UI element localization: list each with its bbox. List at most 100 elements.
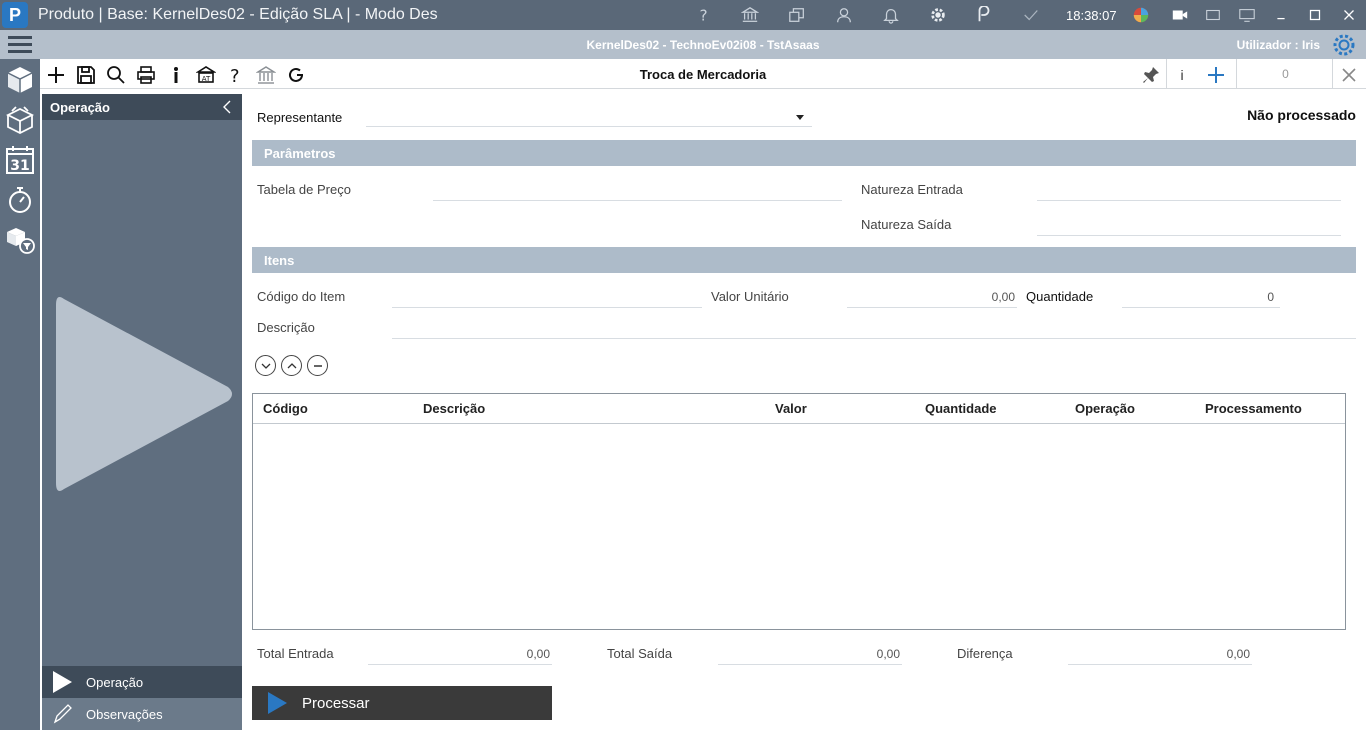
status-badge: Não processado (1247, 107, 1356, 123)
calendar-icon[interactable]: 31 (4, 143, 36, 175)
stopwatch-icon[interactable] (4, 183, 36, 215)
print-icon[interactable] (135, 64, 157, 86)
environment-context: KernelDes02 - TechnoEv02i08 - TstAsaas (586, 38, 820, 52)
process-button[interactable]: Processar (252, 686, 552, 720)
natureza-entrada-field[interactable] (1037, 179, 1341, 201)
column-header-quantidade[interactable]: Quantidade (925, 401, 997, 416)
remove-item-button[interactable] (307, 355, 328, 376)
side-panel-title: Operação (50, 100, 110, 115)
codigo-item-label: Código do Item (257, 289, 346, 304)
play-icon (252, 686, 302, 720)
toolbar-separator (1332, 59, 1333, 89)
institution-icon[interactable] (255, 64, 277, 86)
descricao-label: Descrição (257, 320, 315, 335)
chat-icon[interactable] (974, 5, 994, 25)
windows-icon[interactable] (787, 5, 807, 25)
help-tool-icon[interactable]: ? (225, 64, 247, 86)
minimize-icon[interactable] (1271, 5, 1291, 25)
svg-text:?: ? (230, 66, 240, 85)
diferenca-label: Diferença (957, 646, 1013, 661)
tabela-preco-field[interactable] (433, 179, 842, 201)
column-header-valor[interactable]: Valor (775, 401, 807, 416)
column-header-codigo[interactable]: Código (263, 401, 308, 416)
box-icon[interactable] (4, 63, 36, 95)
svg-text:31: 31 (10, 158, 29, 174)
close-form-icon[interactable] (1338, 64, 1360, 86)
bell-icon[interactable] (881, 5, 901, 25)
nav-item-observacoes[interactable]: Observações (42, 698, 242, 730)
add-icon[interactable] (45, 64, 67, 86)
natureza-entrada-label: Natureza Entrada (861, 182, 963, 197)
user-icon[interactable] (834, 5, 854, 25)
boxes-filter-icon[interactable] (4, 223, 36, 255)
color-wheel-icon[interactable] (1131, 5, 1151, 25)
left-rail: 31 (0, 59, 40, 730)
close-window-icon[interactable] (1339, 5, 1359, 25)
clock: 18:38:07 (1066, 8, 1117, 23)
add-blue-icon[interactable] (1205, 64, 1227, 86)
total-saida-label: Total Saída (607, 646, 673, 661)
quantidade-label: Quantidade (1026, 289, 1094, 304)
move-down-button[interactable] (255, 355, 276, 376)
gear-icon[interactable] (928, 5, 948, 25)
app-logo: P (2, 2, 28, 28)
check-icon[interactable] (1021, 5, 1041, 25)
tabela-preco-label: Tabela de Preço (257, 182, 351, 197)
info-icon[interactable] (165, 64, 187, 86)
info-bar: KernelDes02 - TechnoEv02i08 - TstAsaas U… (0, 30, 1366, 59)
codigo-item-field[interactable] (392, 286, 702, 308)
chevron-left-icon[interactable] (220, 99, 234, 115)
items-grid[interactable]: Código Descrição Valor Quantidade Operaç… (252, 393, 1346, 630)
save-icon[interactable] (75, 64, 97, 86)
descricao-field[interactable] (392, 317, 1356, 339)
total-saida-field: 0,00 (718, 643, 902, 665)
user-label: Utilizador : Iris (1236, 38, 1320, 52)
play-icon (42, 666, 82, 698)
natureza-saida-field[interactable] (1037, 214, 1341, 236)
details-info-button[interactable]: i (1171, 64, 1193, 86)
pencil-icon (42, 698, 82, 730)
svg-text:AT: AT (202, 75, 211, 83)
move-up-button[interactable] (281, 355, 302, 376)
monitor-icon[interactable] (1237, 5, 1257, 25)
help-icon[interactable]: ? (694, 5, 714, 25)
record-counter: 0 (1282, 67, 1289, 81)
representante-select[interactable] (366, 105, 812, 127)
pin-icon[interactable] (1140, 64, 1162, 86)
side-panel-header: Operação (42, 94, 242, 120)
play-illustration-icon (56, 297, 232, 491)
valor-unitario-field[interactable]: 0,00 (847, 286, 1017, 308)
refresh-icon[interactable] (285, 64, 307, 86)
column-header-descricao[interactable]: Descrição (423, 401, 485, 416)
settings-gear-icon[interactable] (1332, 33, 1356, 57)
quantidade-field[interactable]: 0 (1122, 286, 1280, 308)
chevron-down-icon[interactable] (796, 115, 804, 120)
main-form: Representante Não processado Parâmetros … (242, 89, 1366, 730)
bank-report-icon[interactable]: AT (195, 64, 217, 86)
maximize-icon[interactable] (1305, 5, 1325, 25)
tablet-icon[interactable] (1203, 5, 1223, 25)
grid-header: Código Descrição Valor Quantidade Operaç… (253, 394, 1345, 424)
total-entrada-field: 0,00 (368, 643, 552, 665)
process-button-label: Processar (302, 694, 370, 712)
valor-unitario-label: Valor Unitário (711, 289, 789, 304)
toolbar-separator (1166, 59, 1167, 89)
toolbar-separator (1236, 59, 1237, 89)
natureza-saida-label: Natureza Saída (861, 217, 952, 232)
toolbar: AT ? Troca de Mercadoria i 0 (40, 59, 1366, 89)
svg-text:?: ? (700, 6, 708, 24)
column-header-processamento[interactable]: Processamento (1205, 401, 1302, 416)
representante-label: Representante (257, 110, 343, 125)
nav-item-operacao[interactable]: Operação (42, 666, 242, 698)
open-box-icon[interactable] (4, 103, 36, 135)
section-parametros: Parâmetros (252, 140, 1356, 166)
column-header-operacao[interactable]: Operação (1075, 401, 1135, 416)
window-title: Produto | Base: KernelDes02 - Edição SLA… (38, 6, 438, 23)
search-icon[interactable] (105, 64, 127, 86)
video-icon[interactable] (1170, 5, 1190, 25)
total-entrada-label: Total Entrada (257, 646, 334, 661)
diferenca-field: 0,00 (1068, 643, 1252, 665)
bank-icon[interactable] (740, 5, 760, 25)
section-itens: Itens (252, 247, 1356, 273)
nav-label: Operação (86, 674, 144, 690)
